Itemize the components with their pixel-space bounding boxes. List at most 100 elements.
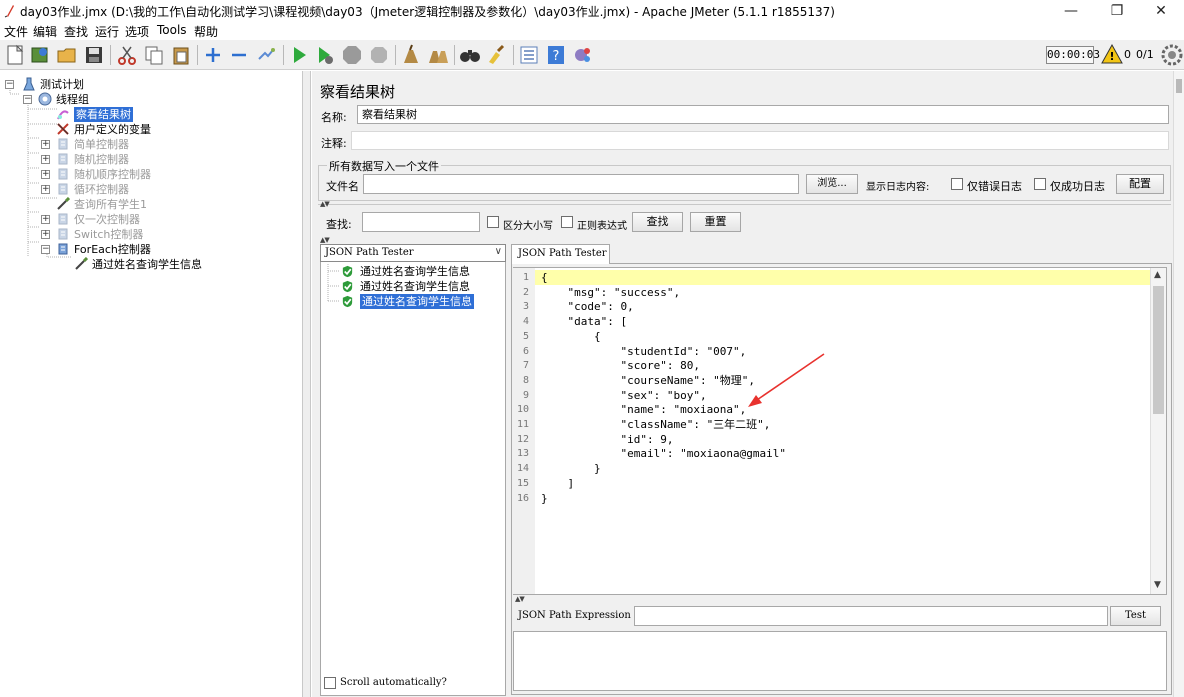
split-arrows-middle[interactable]: ▲▼ xyxy=(320,236,330,244)
sampler-icon xyxy=(75,257,88,270)
clear-icon[interactable] xyxy=(400,44,422,66)
controller-icon xyxy=(58,138,68,150)
expand-node-icon[interactable]: + xyxy=(41,140,50,149)
success-check-icon xyxy=(342,295,353,308)
menu-tools[interactable]: Tools xyxy=(157,23,187,37)
open-icon[interactable] xyxy=(56,44,78,66)
collapse-node-icon[interactable]: − xyxy=(41,245,50,254)
json-path-expression-input[interactable] xyxy=(634,606,1108,626)
collapse-node-icon[interactable]: − xyxy=(5,80,14,89)
search-icon[interactable] xyxy=(459,44,481,66)
sample-result-item[interactable]: 通过姓名查询学生信息 xyxy=(360,279,470,294)
tree-node[interactable]: + Switch控制器 xyxy=(0,227,300,242)
json-code-line: "code": 0, xyxy=(541,300,634,314)
json-code-line: } xyxy=(541,462,601,476)
expand-icon[interactable] xyxy=(202,44,224,66)
cut-icon[interactable] xyxy=(116,44,138,66)
json-vertical-scrollbar[interactable]: ▲ ▼ xyxy=(1150,268,1166,594)
function-helper-icon[interactable] xyxy=(518,44,540,66)
renderer-select[interactable]: JSON Path Tester ∨ xyxy=(320,244,506,262)
tree-node[interactable]: + 随机控制器 xyxy=(0,152,300,167)
shutdown-icon[interactable] xyxy=(368,44,390,66)
line-number: 2 xyxy=(522,286,529,298)
reset-button[interactable]: 重置 xyxy=(690,212,741,232)
sample-result-item[interactable]: 通过姓名查询学生信息 xyxy=(360,264,470,279)
clear-all-icon[interactable] xyxy=(427,44,449,66)
tree-node[interactable]: + 随机顺序控制器 xyxy=(0,167,300,182)
comment-label: 注释: xyxy=(321,137,347,150)
split-arrows-top[interactable]: ▲▼ xyxy=(320,200,330,208)
json-code-line: "data": [ xyxy=(541,315,628,329)
comment-field[interactable] xyxy=(351,131,1169,150)
help-icon[interactable]: ? xyxy=(545,44,567,66)
reset-search-icon[interactable] xyxy=(486,44,508,66)
tree-node[interactable]: + 简单控制器 xyxy=(0,137,300,152)
menu-options[interactable]: 选项 xyxy=(125,23,149,40)
start-no-pauses-icon[interactable] xyxy=(314,44,336,66)
tree-node[interactable]: + 仅一次控制器 xyxy=(0,212,300,227)
tab-json-path-tester[interactable]: JSON Path Tester xyxy=(511,244,610,264)
expand-node-icon[interactable]: + xyxy=(41,155,50,164)
paste-icon[interactable] xyxy=(170,44,192,66)
menu-edit[interactable]: 编辑 xyxy=(33,23,57,40)
filename-input[interactable] xyxy=(363,174,799,194)
close-button[interactable]: ✕ xyxy=(1138,0,1184,22)
scroll-down-icon[interactable]: ▼ xyxy=(1154,580,1161,590)
expand-node-icon[interactable]: + xyxy=(41,215,50,224)
test-plan-tree: − 测试计划 − 线程组 察看结果树 用户定义的变量 + 简单控制器 + 随机控制器 + 随机顺序控制… xyxy=(0,71,303,697)
case-sensitive-checkbox[interactable] xyxy=(487,216,499,228)
tree-node[interactable]: 通过姓名查询学生信息 xyxy=(0,257,300,272)
split-arrows-bottom[interactable]: ▲▼ xyxy=(515,595,525,603)
menu-help[interactable]: 帮助 xyxy=(194,23,218,40)
expand-node-icon[interactable]: + xyxy=(41,230,50,239)
browse-button[interactable]: 浏览... xyxy=(806,174,858,194)
minimize-button[interactable]: — xyxy=(1048,0,1094,22)
save-icon[interactable] xyxy=(83,44,105,66)
name-field[interactable]: 察看结果树 xyxy=(357,105,1169,124)
config-button[interactable]: 配置 xyxy=(1116,174,1164,194)
tree-node[interactable]: − 线程组 xyxy=(0,92,300,107)
tree-node[interactable]: 察看结果树 xyxy=(0,107,300,122)
json-code-line: "sex": "boy", xyxy=(541,388,707,402)
errors-only-checkbox[interactable] xyxy=(951,178,963,190)
tree-node-label: 查询所有学生1 xyxy=(74,198,147,211)
copy-icon[interactable] xyxy=(143,44,165,66)
line-number: 8 xyxy=(522,374,529,386)
search-button[interactable]: 查找 xyxy=(632,212,683,232)
tree-node[interactable]: + 循环控制器 xyxy=(0,182,300,197)
line-number: 4 xyxy=(522,316,529,328)
regex-checkbox[interactable] xyxy=(561,216,573,228)
new-icon[interactable] xyxy=(4,44,26,66)
panel-scrollbar[interactable] xyxy=(1173,71,1184,697)
scroll-up-icon[interactable]: ▲ xyxy=(1154,270,1161,280)
maximize-button[interactable]: ❐ xyxy=(1094,0,1140,22)
errors-only-label: 仅错误日志 xyxy=(967,180,1022,193)
warning-icon[interactable]: ! xyxy=(1101,44,1123,64)
expand-node-icon[interactable]: + xyxy=(41,170,50,179)
sample-result-item[interactable]: 通过姓名查询学生信息 xyxy=(360,294,474,309)
expand-node-icon[interactable]: + xyxy=(41,185,50,194)
toggle-icon[interactable] xyxy=(255,44,277,66)
tree-splitter[interactable] xyxy=(303,71,311,697)
tree-node[interactable]: 用户定义的变量 xyxy=(0,122,300,137)
menu-run[interactable]: 运行 xyxy=(95,23,119,40)
templates-icon[interactable] xyxy=(29,44,51,66)
collapse-node-icon[interactable]: − xyxy=(23,95,32,104)
menu-search[interactable]: 查找 xyxy=(64,23,88,40)
expression-result-area[interactable] xyxy=(513,631,1167,691)
success-only-checkbox[interactable] xyxy=(1034,178,1046,190)
search-input[interactable] xyxy=(362,212,480,232)
test-button[interactable]: Test xyxy=(1110,606,1161,626)
scroll-thumb[interactable] xyxy=(1153,286,1164,414)
tree-node[interactable]: − ForEach控制器 xyxy=(0,242,300,257)
remote-icon[interactable] xyxy=(572,44,594,66)
collapse-icon[interactable] xyxy=(228,44,250,66)
tree-node-label: 用户定义的变量 xyxy=(74,123,151,136)
tree-node[interactable]: − 测试计划 xyxy=(0,77,300,92)
stop-icon[interactable] xyxy=(341,44,363,66)
scroll-auto-checkbox[interactable] xyxy=(324,677,336,689)
tree-node-label: 循环控制器 xyxy=(74,183,129,196)
tree-node[interactable]: 查询所有学生1 xyxy=(0,197,300,212)
menu-file[interactable]: 文件 xyxy=(4,23,28,40)
start-icon[interactable] xyxy=(288,44,310,66)
